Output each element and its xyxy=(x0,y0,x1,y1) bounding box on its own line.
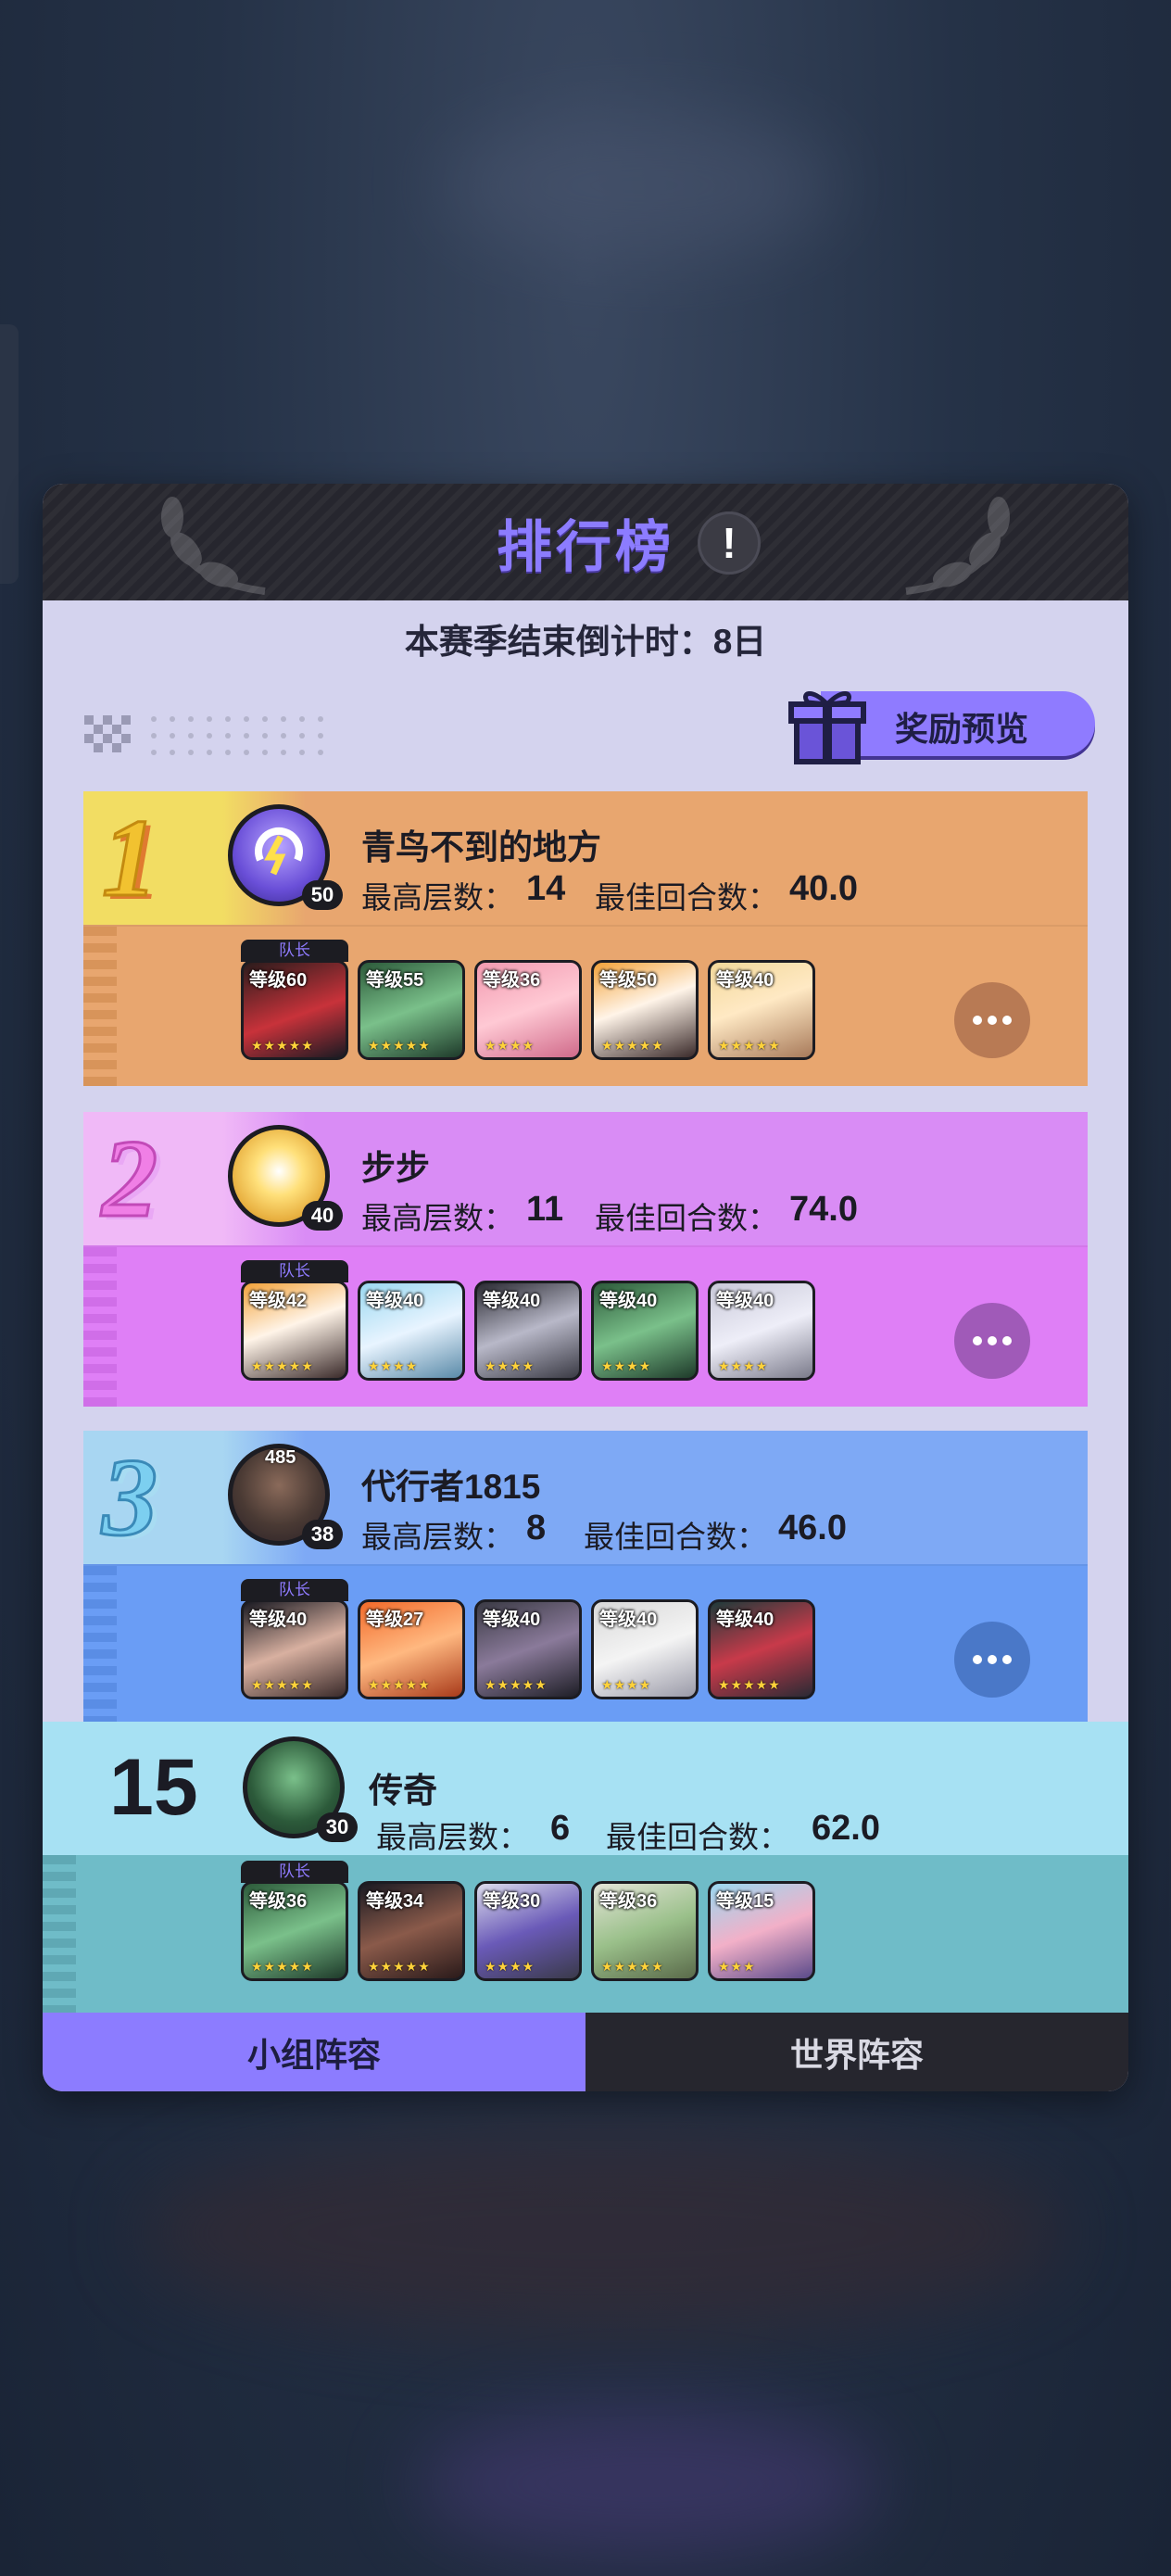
hero-card[interactable]: 等级40 ★★★★ xyxy=(358,1281,465,1381)
season-countdown: 本赛季结束倒计时：8日 xyxy=(404,623,767,661)
hero-card[interactable]: 等级15 ★★★ xyxy=(708,1881,815,1981)
hero-card[interactable]: 等级30 ★★★★ xyxy=(474,1881,582,1981)
hero-card[interactable]: 等级40 ★★★★ xyxy=(591,1599,699,1699)
best-rounds-value: 40.0 xyxy=(789,869,858,908)
best-rounds-value: 62.0 xyxy=(812,1809,880,1848)
ellipsis-icon xyxy=(970,1336,1014,1345)
captain-tag: 队长 xyxy=(241,1260,348,1282)
best-rounds-label: 最佳回合数： xyxy=(595,880,778,915)
best-rounds-label: 最佳回合数： xyxy=(606,1820,789,1854)
player-level-badge: 30 xyxy=(317,1812,358,1842)
player-name: 步步 xyxy=(361,1149,430,1187)
tab-world-lineup[interactable]: 世界阵容 xyxy=(586,2013,1128,2091)
captain-tag: 队长 xyxy=(241,1861,348,1883)
player-name: 代行者1815 xyxy=(361,1468,541,1506)
max-floor-label: 最高层数： xyxy=(361,880,514,915)
hero-card[interactable]: 等级42 ★★★★★ xyxy=(241,1281,348,1381)
more-options-button[interactable] xyxy=(954,1303,1030,1379)
rank-entry-3[interactable]: 3 485 38 代行者1815 最高层数： 8 最佳回合数： 46.0 队长 … xyxy=(83,1431,1088,1725)
best-rounds-label: 最佳回合数： xyxy=(595,1201,778,1235)
player-name: 青鸟不到的地方 xyxy=(361,828,601,866)
reward-preview-label: 奖励预览 xyxy=(895,710,1029,748)
decorative-pattern xyxy=(84,715,323,755)
hero-card[interactable]: 等级40 ★★★★★ xyxy=(708,960,815,1060)
max-floor-value: 8 xyxy=(526,1509,547,1547)
player-level-badge: 38 xyxy=(302,1520,343,1549)
hero-card[interactable]: 等级40 ★★★★ xyxy=(708,1281,815,1381)
hero-card[interactable]: 等级55 ★★★★★ xyxy=(358,960,465,1060)
hero-card[interactable]: 等级36 ★★★★ xyxy=(474,960,582,1060)
rank-number: 3 xyxy=(101,1434,159,1560)
tab-group-lineup[interactable]: 小组阵容 xyxy=(43,2013,586,2091)
player-level-badge: 50 xyxy=(302,880,343,910)
more-options-button[interactable] xyxy=(954,982,1030,1058)
ellipsis-icon xyxy=(970,1655,1014,1664)
rank-entry-2[interactable]: 2 40 步步 最高层数： 11 最佳回合数： 74.0 队长 等级42 ★★★★… xyxy=(83,1112,1088,1407)
max-floor-label: 最高层数： xyxy=(361,1201,514,1235)
hero-card[interactable]: 等级36 ★★★★★ xyxy=(591,1881,699,1981)
more-options-button[interactable] xyxy=(954,1622,1030,1698)
hero-card[interactable]: 等级40 ★★★★ xyxy=(474,1281,582,1381)
leaderboard-panel: 排行榜 ! 本赛季结束倒计时：8日 奖励预览 1 50 青鸟不到的地方 最高层数… xyxy=(43,484,1128,2091)
hero-card[interactable]: 等级50 ★★★★★ xyxy=(591,960,699,1060)
captain-tag: 队长 xyxy=(241,1579,348,1601)
info-button[interactable]: ! xyxy=(698,511,761,575)
hero-card[interactable]: 等级40 ★★★★★ xyxy=(708,1599,815,1699)
hero-card[interactable]: 等级27 ★★★★★ xyxy=(358,1599,465,1699)
rank-number: 15 xyxy=(109,1743,198,1832)
side-tab xyxy=(0,324,19,584)
hero-card[interactable]: 等级60 ★★★★★ xyxy=(241,960,348,1060)
laurel-left-icon xyxy=(161,497,266,595)
max-floor-value: 11 xyxy=(526,1190,564,1229)
rank-entry-1[interactable]: 1 50 青鸟不到的地方 最高层数： 14 最佳回合数： 40.0 队长 等级6… xyxy=(83,791,1088,1086)
best-rounds-value: 74.0 xyxy=(789,1190,858,1229)
rank-number: 2 xyxy=(101,1116,159,1242)
captain-tag: 队长 xyxy=(241,940,348,962)
max-floor-value: 14 xyxy=(526,869,566,908)
max-floor-value: 6 xyxy=(550,1809,571,1848)
gift-icon xyxy=(788,691,866,764)
ellipsis-icon xyxy=(970,1016,1014,1025)
reward-preview-button[interactable]: 奖励预览 xyxy=(784,688,1099,764)
hero-card[interactable]: 等级40 ★★★★★ xyxy=(474,1599,582,1699)
max-floor-label: 最高层数： xyxy=(376,1820,529,1854)
exclamation-icon: ! xyxy=(722,519,737,567)
hero-card[interactable]: 等级34 ★★★★★ xyxy=(358,1881,465,1981)
panel-header: 排行榜 ! xyxy=(43,484,1128,600)
player-level-badge: 40 xyxy=(302,1201,343,1231)
best-rounds-value: 46.0 xyxy=(778,1509,847,1547)
lineup-tabs: 小组阵容 世界阵容 xyxy=(43,2013,1128,2091)
rank-entry-self[interactable]: 15 30 传奇 最高层数： 6 最佳回合数： 62.0 队长 等级36 ★★★★… xyxy=(43,1722,1128,2013)
player-name: 传奇 xyxy=(369,1772,437,1810)
hero-card[interactable]: 等级40 ★★★★ xyxy=(591,1281,699,1381)
rank-number: 1 xyxy=(101,795,159,921)
max-floor-label: 最高层数： xyxy=(361,1520,514,1554)
avatar-badge: 485 xyxy=(265,1447,296,1468)
page-title: 排行榜 xyxy=(497,515,674,578)
best-rounds-label: 最佳回合数： xyxy=(584,1520,767,1554)
hero-card[interactable]: 等级36 ★★★★★ xyxy=(241,1881,348,1981)
hero-card[interactable]: 等级40 ★★★★★ xyxy=(241,1599,348,1699)
laurel-right-icon xyxy=(905,497,1010,595)
